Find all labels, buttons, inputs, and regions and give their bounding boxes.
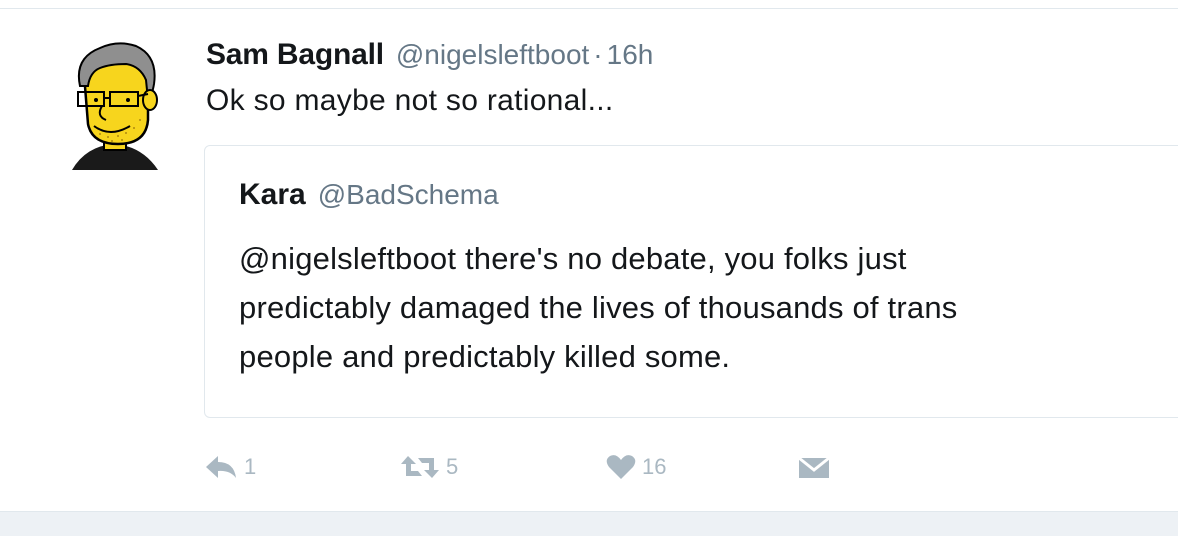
retweet-count: 5 [446,454,459,479]
footer-bar [0,511,1178,536]
tweet-timestamp[interactable]: 16h [607,39,654,71]
reply-button[interactable]: 1 [204,450,256,484]
quoted-author-handle: @BadSchema [317,179,499,210]
cartoon-avatar-icon[interactable] [66,40,162,172]
quoted-tweet-card[interactable]: Kara @BadSchema @nigelsleftboot there's … [204,145,1178,418]
quoted-tweet-text: @nigelsleftboot there's no debate, you f… [239,234,1169,381]
envelope-icon [798,454,830,480]
quoted-author-name: Kara [239,178,306,211]
quoted-text-line: predictably damaged the lives of thousan… [239,290,958,325]
tweet-header: Sam Bagnall @nigelsleftboot · 16h [206,38,653,78]
heart-icon [606,454,636,480]
quoted-text-line: people and predictably killed some. [239,339,731,374]
quoted-tweet-header: Kara @BadSchema [239,178,499,212]
retweet-button[interactable]: 5 [400,450,458,484]
quoted-text-line: @nigelsleftboot there's no debate, you f… [239,241,907,276]
author-handle[interactable]: @nigelsleftboot [396,39,589,71]
reply-count: 1 [244,454,257,479]
reply-icon [204,454,238,480]
separator-dot: · [593,39,603,70]
direct-message-button[interactable] [798,450,830,484]
tweet-text: Ok so maybe not so rational... [206,84,614,117]
like-count: 16 [642,454,667,479]
like-button[interactable]: 16 [606,450,666,484]
author-name[interactable]: Sam Bagnall [206,38,384,72]
retweet-icon [400,454,440,480]
top-divider [0,8,1178,9]
tweet-actions: 1 5 16 [204,450,904,484]
